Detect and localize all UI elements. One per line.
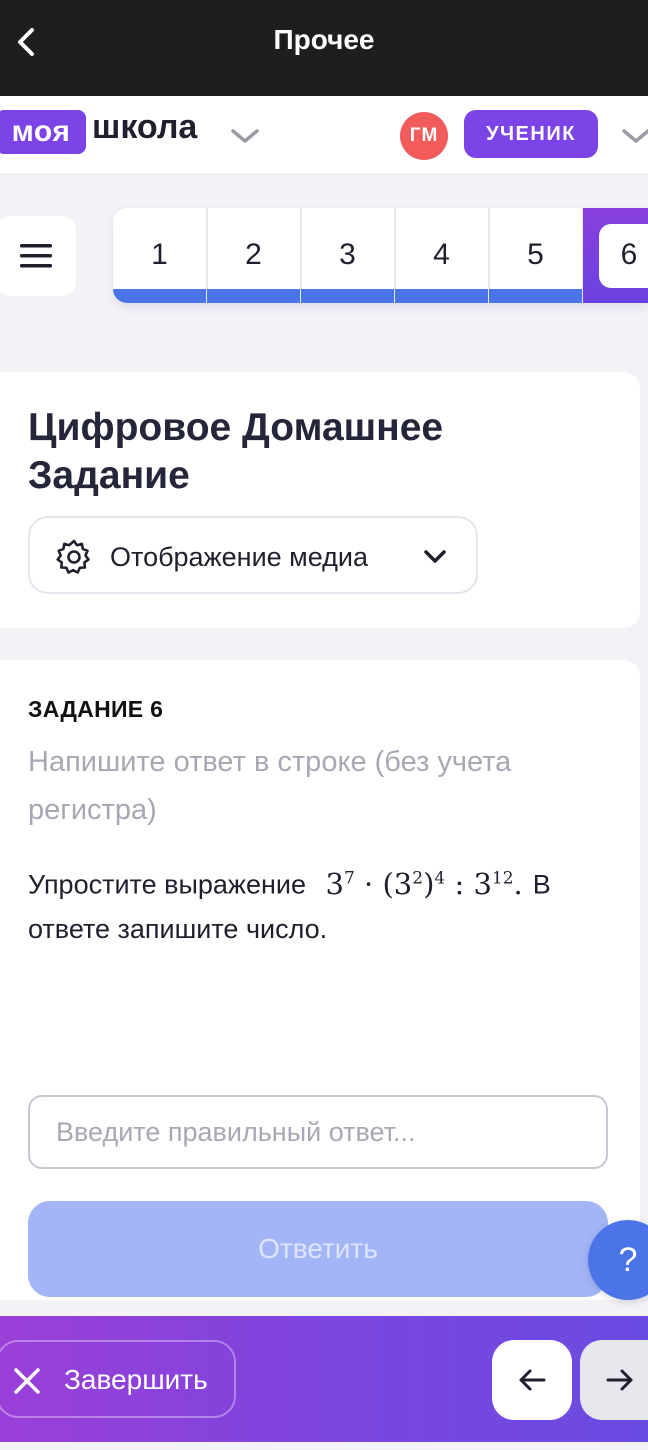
gear-icon	[56, 539, 90, 574]
finish-label: Завершить	[64, 1364, 208, 1395]
task-number: 6	[620, 238, 638, 271]
close-icon	[14, 1368, 40, 1394]
submit-answer-button[interactable]: Ответить	[28, 1201, 608, 1297]
task-answered-bar	[113, 289, 206, 303]
assignment-card: Цифровое Домашнее Задание Отображение ме…	[0, 372, 640, 628]
previous-task-button[interactable]	[492, 1340, 572, 1420]
hamburger-icon	[20, 244, 52, 268]
task-nav-item-2[interactable]: 2	[207, 208, 302, 303]
chevron-down-icon	[424, 550, 446, 563]
page-title: Прочее	[273, 24, 375, 55]
media-display-dropdown[interactable]: Отображение медиа	[28, 516, 478, 594]
task-answered-bar	[301, 289, 394, 303]
math-expression: 37 · (32)4 : 312.	[325, 866, 523, 901]
task-answered-bar	[207, 289, 300, 303]
task-nav-item-6[interactable]: 6	[583, 208, 648, 303]
task-navigation: 1 2 3 4 5 6	[113, 208, 648, 303]
task-answered-bar	[395, 289, 488, 303]
menu-button[interactable]	[0, 216, 76, 296]
task-nav-item-5[interactable]: 5	[489, 208, 584, 303]
media-display-label: Отображение медиа	[110, 542, 369, 572]
answer-input[interactable]	[28, 1095, 608, 1169]
task-nav-item-4[interactable]: 4	[395, 208, 490, 303]
chevron-down-icon[interactable]	[229, 126, 261, 146]
task-hint: Напишите ответ в строке (без учета регис…	[28, 746, 512, 826]
site-header: моя школа ГМ УЧЕНИК	[0, 96, 648, 175]
arrow-left-icon	[519, 1369, 546, 1391]
chevron-down-icon[interactable]	[620, 126, 648, 146]
task-number: 3	[339, 238, 356, 271]
assignment-title: Цифровое Домашнее Задание	[28, 406, 444, 497]
question-prefix: Упростите выражение	[28, 869, 306, 900]
task-question: Упростите выражение 37 · (32)4 : 312. В о…	[28, 856, 618, 951]
role-badge[interactable]: УЧЕНИК	[464, 110, 598, 158]
logo-badge[interactable]: моя	[0, 110, 86, 154]
task-number: 5	[527, 238, 544, 271]
task-number: 2	[245, 238, 262, 271]
logo-text[interactable]: школа	[92, 108, 197, 147]
task-nav-item-3[interactable]: 3	[301, 208, 396, 303]
task-number: 1	[151, 238, 168, 271]
app-topbar: Прочее	[0, 0, 648, 96]
avatar[interactable]: ГМ	[400, 112, 448, 160]
task-answered-bar	[489, 289, 582, 303]
arrow-right-icon	[606, 1369, 633, 1391]
finish-button[interactable]: Завершить	[0, 1340, 236, 1418]
task-number: 4	[433, 238, 450, 271]
task-label: ЗАДАНИЕ 6	[28, 696, 164, 722]
bottom-strip	[0, 1442, 648, 1450]
task-nav-item-1[interactable]: 1	[113, 208, 208, 303]
next-task-button[interactable]	[580, 1340, 648, 1420]
task-card: ЗАДАНИЕ 6 Напишите ответ в строке (без у…	[0, 660, 640, 1300]
bottom-action-bar: Завершить	[0, 1316, 648, 1442]
